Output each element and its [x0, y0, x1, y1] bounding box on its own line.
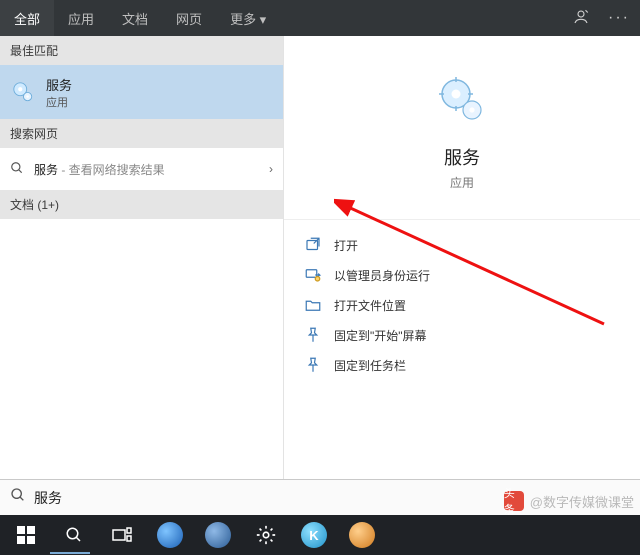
tab-label: 应用 — [68, 9, 94, 28]
search-tabs: 全部 应用 文档 网页 更多 ▾ ··· — [0, 0, 640, 36]
detail-kind: 应用 — [450, 174, 474, 191]
best-match-subtitle: 应用 — [46, 94, 72, 110]
results-pane: 最佳匹配 服务 应用 搜索网页 服务 - 查看网络搜索结果 › 文档 (1+) — [0, 36, 284, 479]
taskbar-app-weibo[interactable] — [340, 515, 384, 555]
action-run-as-admin[interactable]: 以管理员身份运行 — [298, 260, 626, 290]
tab-label: 全部 — [14, 9, 40, 28]
taskbar-active-indicator — [50, 552, 90, 554]
tab-apps[interactable]: 应用 — [54, 0, 108, 36]
task-view-button[interactable] — [100, 515, 144, 555]
action-label: 固定到任务栏 — [334, 357, 406, 374]
action-open-location[interactable]: 打开文件位置 — [298, 290, 626, 320]
tab-label: 网页 — [176, 9, 202, 28]
action-label: 固定到"开始"屏幕 — [334, 327, 427, 344]
best-match-header: 最佳匹配 — [0, 36, 283, 65]
action-open[interactable]: 打开 — [298, 230, 626, 260]
best-match-title: 服务 — [46, 75, 72, 94]
taskbar-search-button[interactable] — [52, 515, 96, 555]
watermark: 头条 @数字传媒微课堂 — [504, 491, 634, 511]
taskbar-app-browser[interactable] — [196, 515, 240, 555]
watermark-logo: 头条 — [504, 491, 524, 511]
main-area: 最佳匹配 服务 应用 搜索网页 服务 - 查看网络搜索结果 › 文档 (1+) — [0, 36, 640, 479]
action-label: 以管理员身份运行 — [334, 267, 430, 284]
taskbar-app-settings[interactable] — [244, 515, 288, 555]
taskbar: K — [0, 515, 640, 555]
more-icon[interactable]: ··· — [608, 9, 630, 27]
start-button[interactable] — [4, 515, 48, 555]
detail-title: 服务 — [444, 144, 480, 170]
action-pin-taskbar[interactable]: 固定到任务栏 — [298, 350, 626, 380]
web-term: 服务 — [34, 163, 58, 177]
tab-label: 更多 ▾ — [230, 9, 266, 28]
tab-docs[interactable]: 文档 — [108, 0, 162, 36]
best-match-item[interactable]: 服务 应用 — [0, 65, 283, 119]
web-hint: - 查看网络搜索结果 — [58, 163, 165, 177]
action-pin-start[interactable]: 固定到"开始"屏幕 — [298, 320, 626, 350]
tab-web[interactable]: 网页 — [162, 0, 216, 36]
taskbar-app-k[interactable]: K — [292, 515, 336, 555]
search-web-item[interactable]: 服务 - 查看网络搜索结果 › — [0, 148, 283, 190]
tab-label: 文档 — [122, 9, 148, 28]
taskbar-app-sogou[interactable] — [148, 515, 192, 555]
feedback-icon[interactable] — [572, 8, 590, 29]
search-web-header: 搜索网页 — [0, 119, 283, 148]
search-icon — [10, 161, 24, 178]
services-large-icon — [438, 76, 486, 124]
tab-all[interactable]: 全部 — [0, 0, 54, 36]
actions-list: 打开 以管理员身份运行 打开文件位置 固定到"开始"屏幕 固定到任务栏 — [284, 230, 640, 380]
action-label: 打开 — [334, 237, 358, 254]
action-label: 打开文件位置 — [334, 297, 406, 314]
services-icon — [10, 81, 36, 103]
tab-more[interactable]: 更多 ▾ — [216, 0, 280, 36]
docs-header[interactable]: 文档 (1+) — [0, 190, 283, 219]
window-root: 全部 应用 文档 网页 更多 ▾ ··· 最佳匹配 服务 应用 — [0, 0, 640, 555]
detail-pane: 服务 应用 打开 以管理员身份运行 打开文件位置 固定到"开始"屏 — [284, 36, 640, 479]
search-icon — [10, 487, 26, 508]
chevron-right-icon: › — [269, 162, 273, 176]
watermark-text: @数字传媒微课堂 — [530, 492, 634, 511]
